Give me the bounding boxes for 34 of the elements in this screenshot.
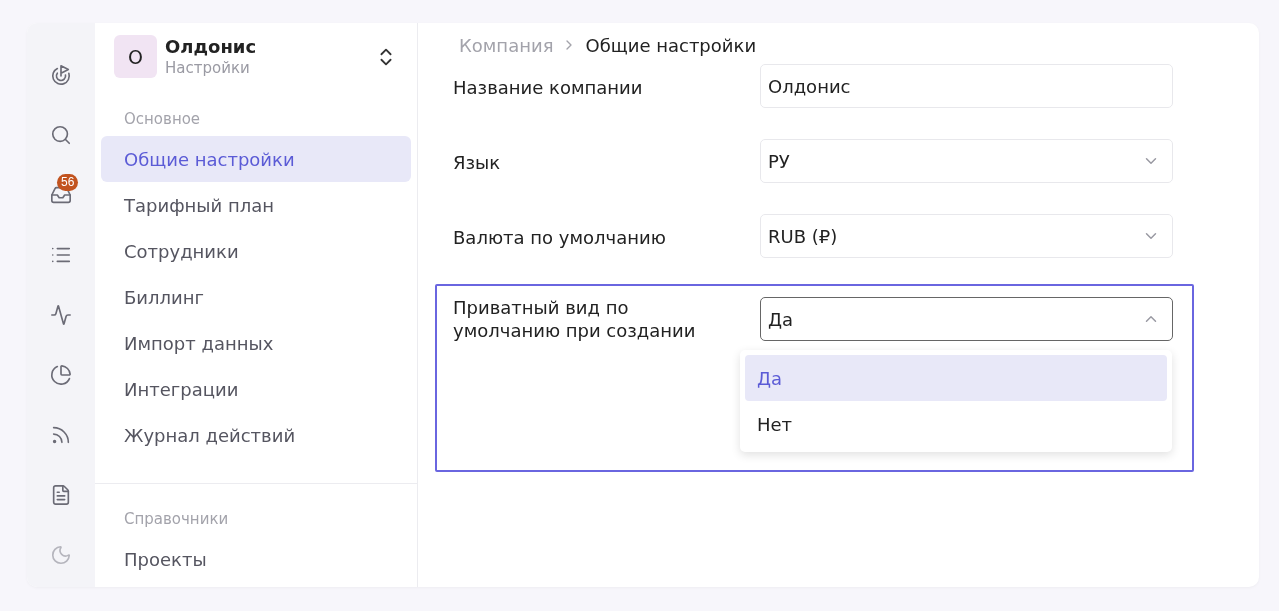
select-field[interactable]: РУ [760, 139, 1173, 183]
count-badge: 56 [57, 174, 79, 191]
document-icon [50, 484, 72, 506]
sidebar-item[interactable]: Тарифный план [101, 182, 411, 228]
workspace-name: Олдонис [165, 36, 258, 57]
input-field[interactable]: Олдонис [760, 64, 1173, 108]
sidebar-item[interactable]: Общие настройки [101, 136, 411, 182]
inbox-icon [50, 184, 72, 206]
field-label: Приватный вид по умолчанию при создании [453, 296, 697, 342]
dropdown-option[interactable]: Нет [745, 401, 1167, 447]
search-icon [50, 124, 72, 146]
sidebar-item[interactable]: Биллинг [101, 274, 411, 320]
sidebar-item[interactable]: Импорт данных [101, 320, 411, 366]
field-label: Название компании [453, 76, 644, 99]
target-icon [50, 64, 72, 86]
breadcrumb-item: Общие настройки [585, 34, 757, 56]
workspace-avatar: О [114, 35, 157, 78]
sidebar-item[interactable]: Сотрудники [101, 228, 411, 274]
field-label: Валюта по умолчанию [453, 226, 667, 249]
section-title: Справочники [123, 510, 230, 530]
inbox-button[interactable]: 56 [43, 177, 79, 213]
activity-icon [50, 304, 72, 326]
pie-chart-icon [50, 364, 72, 386]
select-field[interactable]: Да [760, 297, 1173, 341]
moon-icon [50, 544, 72, 566]
sidebar-item[interactable]: Проекты [101, 536, 411, 582]
field-label: Язык [453, 151, 502, 174]
sidebar-item[interactable]: Интеграции [101, 366, 411, 412]
workspace-subtitle: Настройки [165, 59, 251, 77]
section-title: Основное [123, 110, 202, 130]
sidebar-item[interactable]: Журнал действий [101, 412, 411, 458]
dropdown-option[interactable]: Да [745, 355, 1167, 401]
select-field[interactable]: RUB (₽) [760, 214, 1173, 258]
rss-icon [50, 424, 72, 446]
